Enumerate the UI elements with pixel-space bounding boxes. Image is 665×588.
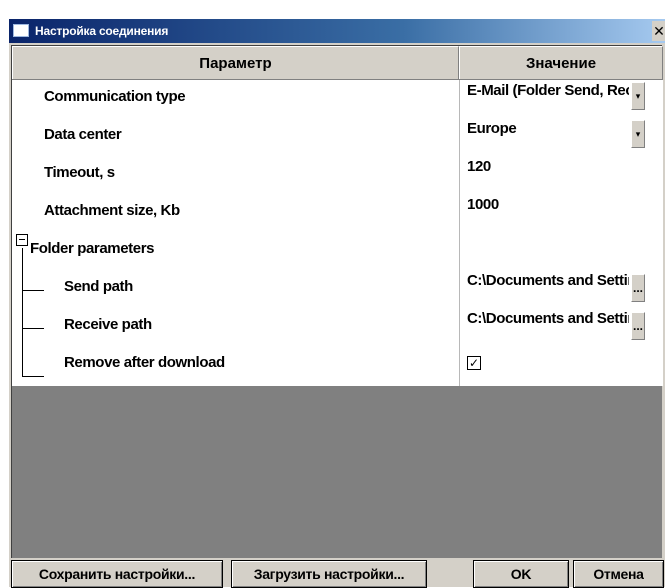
row-folder-parameters[interactable]: Folder parameters bbox=[12, 232, 663, 270]
grid-rows: Communication type E-Mail (Folder Send, … bbox=[12, 80, 663, 386]
button-bar: Сохранить настройки... Загрузить настрой… bbox=[9, 560, 665, 588]
browse-ellipsis-icon[interactable]: ... bbox=[631, 312, 645, 340]
row-send-path[interactable]: Send path C:\Documents and Settings ... bbox=[12, 270, 663, 308]
row-label: Timeout, s bbox=[44, 164, 115, 181]
column-header-parameter[interactable]: Параметр bbox=[12, 46, 459, 79]
row-data-center[interactable]: Data center Europe ▾ bbox=[12, 118, 663, 156]
row-label: Send path bbox=[64, 278, 133, 295]
title-bar[interactable]: Настройка соединения ✕ bbox=[9, 19, 665, 43]
dropdown-arrow-icon[interactable]: ▾ bbox=[631, 120, 645, 148]
column-header-value[interactable]: Значение bbox=[459, 46, 663, 79]
grid-header: Параметр Значение bbox=[12, 46, 663, 80]
row-attachment-size[interactable]: Attachment size, Kb 1000 bbox=[12, 194, 663, 232]
property-grid: Параметр Значение Communication type E-M… bbox=[11, 45, 663, 558]
data-center-value[interactable]: Europe bbox=[467, 120, 629, 137]
send-path-value[interactable]: C:\Documents and Settings bbox=[467, 272, 629, 289]
row-communication-type[interactable]: Communication type E-Mail (Folder Send, … bbox=[12, 80, 663, 118]
row-label: Attachment size, Kb bbox=[44, 202, 180, 219]
connection-settings-dialog: Настройка соединения ✕ Параметр Значение… bbox=[8, 18, 665, 588]
ok-button[interactable]: OK bbox=[473, 560, 569, 588]
window-icon bbox=[13, 24, 29, 37]
communication-type-value[interactable]: E-Mail (Folder Send, Receive) bbox=[467, 82, 629, 99]
row-receive-path[interactable]: Receive path C:\Documents and Settings .… bbox=[12, 308, 663, 346]
row-label: Data center bbox=[44, 126, 122, 143]
collapse-toggle-icon[interactable] bbox=[16, 234, 28, 246]
browse-ellipsis-icon[interactable]: ... bbox=[631, 274, 645, 302]
row-label: Receive path bbox=[64, 316, 152, 333]
timeout-value[interactable]: 120 bbox=[467, 158, 629, 175]
group-label: Folder parameters bbox=[30, 240, 155, 257]
close-button[interactable]: ✕ bbox=[652, 21, 665, 41]
row-label: Remove after download bbox=[64, 354, 225, 371]
cancel-button[interactable]: Отмена bbox=[573, 560, 664, 588]
window-title: Настройка соединения bbox=[35, 24, 169, 38]
load-settings-button[interactable]: Загрузить настройки... bbox=[231, 560, 427, 588]
attachment-size-value[interactable]: 1000 bbox=[467, 196, 629, 213]
receive-path-value[interactable]: C:\Documents and Settings bbox=[467, 310, 629, 327]
dropdown-arrow-icon[interactable]: ▾ bbox=[631, 82, 645, 110]
remove-after-download-checkbox[interactable]: ✓ bbox=[467, 356, 481, 370]
row-remove-after-download[interactable]: Remove after download ✓ bbox=[12, 346, 663, 384]
row-timeout[interactable]: Timeout, s 120 bbox=[12, 156, 663, 194]
save-settings-button[interactable]: Сохранить настройки... bbox=[11, 560, 223, 588]
row-label: Communication type bbox=[44, 88, 186, 105]
